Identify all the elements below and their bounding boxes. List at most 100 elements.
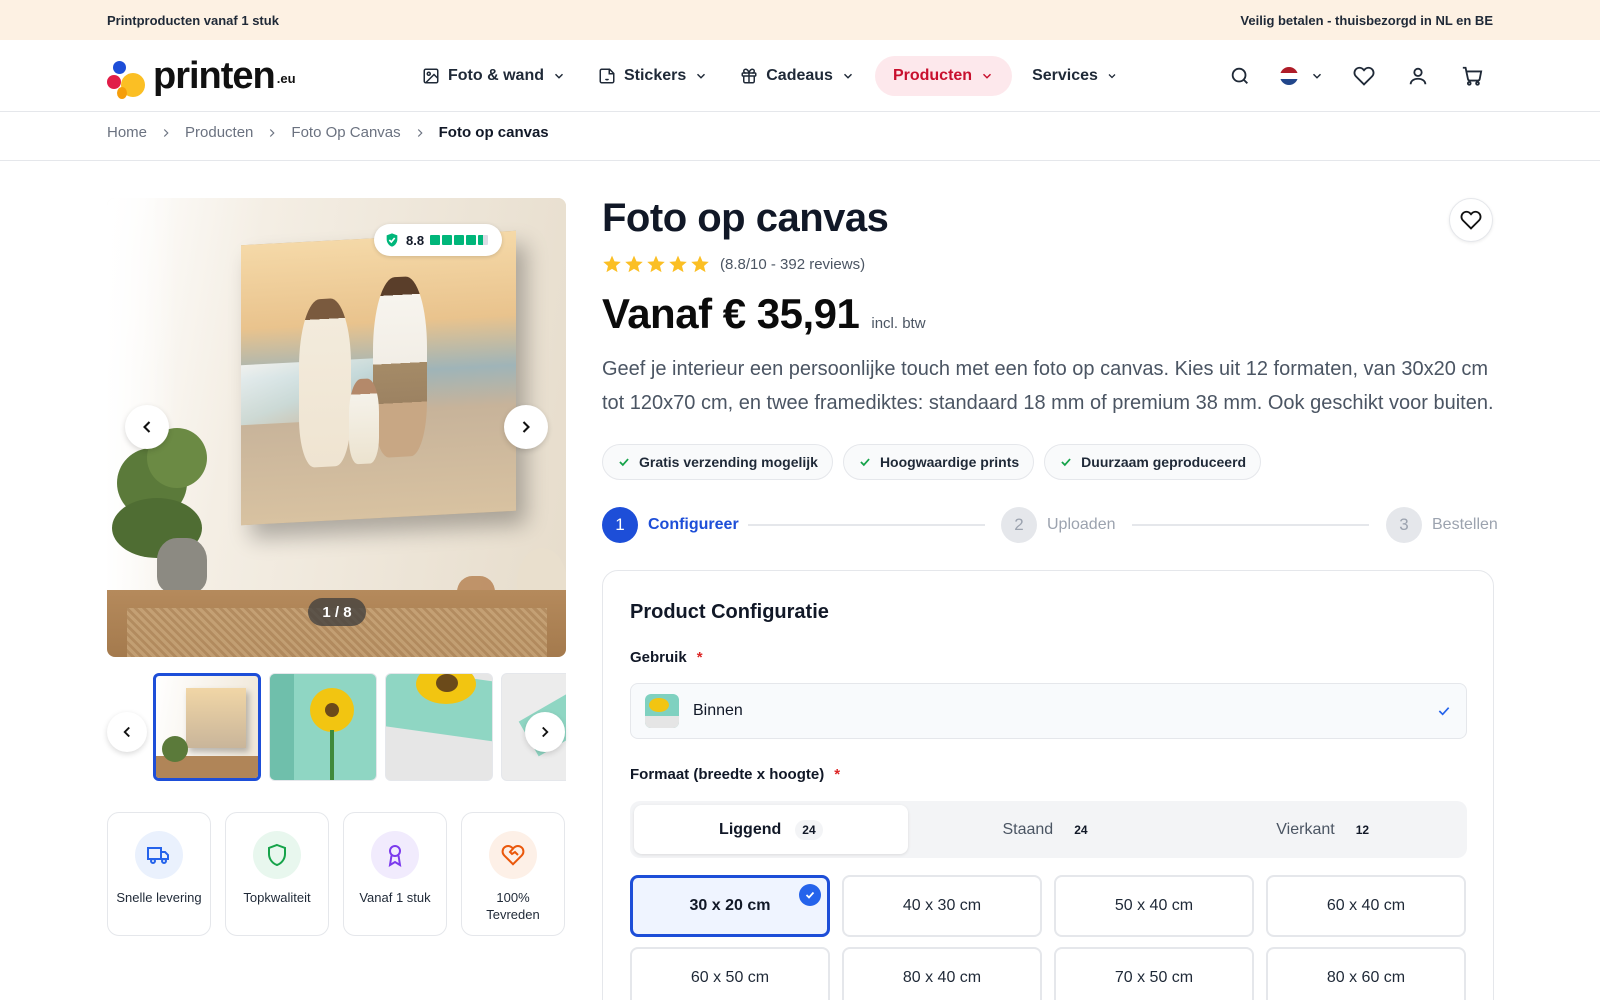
nav-stickers[interactable]: Stickers (586, 56, 720, 96)
tab-staand[interactable]: Staand 24 (912, 805, 1186, 854)
step-uploaden[interactable]: 2 Uploaden (1001, 507, 1116, 543)
price: Vanaf € 35,91 (602, 290, 860, 337)
nav-cadeaus[interactable]: Cadeaus (728, 56, 867, 96)
gift-icon (741, 68, 757, 84)
thumbs-prev-button[interactable] (107, 712, 147, 752)
gallery-next-button[interactable] (504, 405, 548, 449)
thumbnail[interactable] (385, 673, 493, 781)
step-number: 3 (1386, 507, 1422, 543)
announcement-bar: Printproducten vanaf 1 stuk Veilig betal… (0, 0, 1600, 40)
star-icon (669, 255, 687, 273)
size-option[interactable]: 80 x 60 cm (1266, 947, 1466, 1000)
rating-score: 8.8 (406, 232, 425, 248)
review-count[interactable]: (8.8/10 - 392 reviews) (720, 256, 865, 273)
nav-producten[interactable]: Producten (874, 56, 1013, 96)
language-selector[interactable] (1280, 62, 1324, 90)
size-option[interactable]: 70 x 50 cm (1054, 947, 1254, 1000)
award-icon (371, 831, 419, 879)
image-counter: 1 / 8 (308, 598, 366, 626)
chevron-down-icon (983, 73, 992, 79)
nav-label: Cadeaus (766, 67, 833, 84)
rating-boxes (430, 235, 489, 245)
cart-icon (1462, 66, 1483, 86)
usp-badges: Gratis verzending mogelijk Hoogwaardige … (602, 444, 1262, 480)
logo-tld: .eu (276, 70, 296, 86)
usp-badge: Gratis verzending mogelijk (602, 444, 833, 480)
thumbnail[interactable] (153, 673, 261, 781)
check-icon (799, 884, 821, 906)
heart-icon (1353, 66, 1375, 86)
tab-liggend[interactable]: Liggend 24 (634, 805, 908, 854)
breadcrumb-producten[interactable]: Producten (185, 124, 253, 141)
count-badge: 12 (1355, 822, 1370, 837)
thumbnail-strip (153, 673, 566, 783)
thumbs-next-button[interactable] (525, 712, 565, 752)
chevron-down-icon (554, 73, 563, 79)
thumbnail[interactable] (269, 673, 377, 781)
shield-check-icon (386, 233, 398, 247)
size-option[interactable]: 40 x 30 cm (842, 875, 1042, 937)
step-number: 2 (1001, 507, 1037, 543)
usage-select[interactable]: Binnen (630, 683, 1467, 739)
feature-tiles: Snelle levering Topkwaliteit Vanaf 1 stu… (107, 812, 565, 936)
breadcrumb-home[interactable]: Home (107, 124, 147, 141)
check-icon (619, 458, 629, 467)
nav-label: Foto & wand (448, 67, 544, 84)
nav-services[interactable]: Services (1020, 56, 1130, 96)
breadcrumb-category[interactable]: Foto Op Canvas (291, 124, 400, 141)
format-label: Formaat (breedte x hoogte) * (630, 766, 841, 783)
chevron-right-icon (265, 126, 279, 140)
star-icon (691, 255, 709, 273)
logo-wordmark: printen (153, 54, 276, 97)
check-icon (1061, 458, 1071, 467)
site-header: printen .eu Foto & wand Stickers Cadeaus… (0, 40, 1600, 112)
wishlist-button[interactable] (1350, 62, 1378, 90)
nav-label: Stickers (623, 67, 687, 84)
size-option[interactable]: 30 x 20 cm (630, 875, 830, 937)
chevron-down-icon (843, 73, 852, 79)
search-icon (1231, 67, 1248, 84)
product-image[interactable]: 8.8 1 / 8 (107, 198, 566, 657)
gallery-prev-button[interactable] (125, 405, 169, 449)
star-icon (647, 255, 665, 273)
announcement-left: Printproducten vanaf 1 stuk (107, 12, 279, 28)
star-rating (602, 254, 710, 274)
count-badge: 24 (1074, 822, 1088, 837)
rating-chip: 8.8 (374, 224, 502, 256)
size-option[interactable]: 60 x 40 cm (1266, 875, 1466, 937)
account-button[interactable] (1404, 62, 1432, 90)
logo-mark (107, 51, 151, 101)
favorite-button[interactable] (1449, 198, 1493, 242)
chevron-left-icon (123, 726, 130, 738)
check-icon (860, 458, 870, 467)
checkout-steps: 1 Configureer 2 Uploaden 3 Bestellen (602, 507, 1498, 543)
site-logo[interactable]: printen .eu (107, 50, 296, 102)
step-bestellen[interactable]: 3 Bestellen (1386, 507, 1498, 543)
feature-label: Topkwaliteit (243, 890, 311, 905)
rating-row: (8.8/10 - 392 reviews) (602, 254, 865, 274)
announcement-right: Veilig betalen - thuisbezorgd in NL en B… (1240, 12, 1493, 28)
size-grid: 30 x 20 cm 40 x 30 cm 50 x 40 cm 60 x 40… (630, 875, 1467, 1000)
size-option[interactable]: 60 x 50 cm (630, 947, 830, 1000)
nav-label: Services (1032, 67, 1098, 84)
search-button[interactable] (1226, 62, 1254, 90)
step-configureer[interactable]: 1 Configureer (602, 507, 739, 543)
star-icon (625, 255, 643, 273)
chevron-right-icon (413, 126, 427, 140)
tab-vierkant[interactable]: Vierkant 12 (1189, 805, 1463, 854)
size-option[interactable]: 50 x 40 cm (1054, 875, 1254, 937)
usage-label: Gebruik * (630, 649, 703, 666)
orientation-tabs: Liggend 24 Staand 24 Vierkant 12 (630, 801, 1467, 858)
feature-fast-delivery: Snelle levering (107, 812, 211, 936)
dutch-flag-icon (1280, 67, 1298, 85)
usp-badge: Hoogwaardige prints (842, 444, 1035, 480)
header-actions (1226, 62, 1486, 90)
size-option[interactable]: 80 x 40 cm (842, 947, 1042, 1000)
chevron-left-icon (143, 421, 151, 433)
step-number: 1 (602, 507, 638, 543)
cart-button[interactable] (1458, 62, 1486, 90)
heart-icon (1460, 210, 1482, 230)
feature-label: Snelle levering (116, 890, 202, 905)
star-icon (603, 255, 621, 273)
nav-foto-wand[interactable]: Foto & wand (410, 56, 578, 96)
